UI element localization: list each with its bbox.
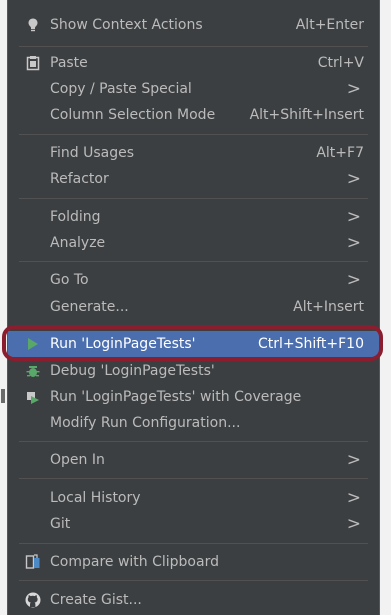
menu-separator bbox=[19, 580, 368, 581]
run-icon bbox=[28, 338, 38, 350]
menu-item-label: Find Usages bbox=[50, 145, 135, 161]
menu-separator bbox=[19, 261, 368, 262]
menu-item-label: Go To bbox=[50, 272, 89, 288]
menu-item-show-context-actions[interactable]: Show Context Actions Alt+Enter bbox=[8, 12, 379, 38]
menu-separator bbox=[19, 46, 368, 47]
menu-item-label: Copy / Paste Special bbox=[50, 81, 192, 97]
menu-item-open-in[interactable]: Open In > bbox=[8, 447, 379, 473]
compare-icon bbox=[25, 554, 40, 569]
menu-item-label: Create Gist... bbox=[50, 592, 142, 608]
menu-separator bbox=[19, 478, 368, 479]
menu-item-shortcut: Alt+Shift+Insert bbox=[249, 107, 364, 123]
menu-separator bbox=[19, 441, 368, 442]
menu-item-label: Debug 'LoginPageTests' bbox=[50, 363, 215, 379]
menu-item-debug-loginpagetests[interactable]: Debug 'LoginPageTests' bbox=[8, 358, 379, 384]
submenu-arrow-icon: > bbox=[346, 79, 361, 99]
menu-item-label: Refactor bbox=[50, 171, 109, 187]
menu-item-copy-paste-special[interactable]: Copy / Paste Special > bbox=[8, 76, 379, 102]
menu-item-label: Git bbox=[50, 516, 71, 532]
menu-item-label: Generate... bbox=[50, 299, 129, 315]
lightbulb-icon bbox=[28, 18, 38, 32]
menu-item-shortcut: Alt+Enter bbox=[295, 17, 364, 33]
menu-item-column-selection-mode[interactable]: Column Selection Mode Alt+Shift+Insert bbox=[8, 102, 379, 128]
menu-item-modify-run-configuration[interactable]: Modify Run Configuration... bbox=[8, 410, 379, 436]
submenu-arrow-icon: > bbox=[346, 270, 361, 290]
menu-item-git[interactable]: Git > bbox=[8, 511, 379, 537]
menu-item-label: Modify Run Configuration... bbox=[50, 415, 241, 431]
menu-item-refactor[interactable]: Refactor > bbox=[8, 166, 379, 192]
submenu-arrow-icon: > bbox=[346, 169, 361, 189]
menu-item-label: Column Selection Mode bbox=[50, 107, 216, 123]
menu-item-shortcut: Ctrl+V bbox=[317, 55, 364, 71]
menu-separator bbox=[19, 543, 368, 544]
submenu-arrow-icon: > bbox=[346, 450, 361, 470]
menu-item-shortcut: Alt+Insert bbox=[293, 299, 364, 315]
debug-icon bbox=[26, 366, 40, 377]
context-menu: Show Context Actions Alt+Enter Paste Ctr… bbox=[2, 0, 383, 615]
menu-separator bbox=[19, 134, 368, 135]
menu-item-go-to[interactable]: Go To > bbox=[8, 267, 379, 293]
menu-item-shortcut: Alt+F7 bbox=[316, 145, 364, 161]
menu-item-generate[interactable]: Generate... Alt+Insert bbox=[8, 294, 379, 320]
menu-item-local-history[interactable]: Local History > bbox=[8, 485, 379, 511]
menu-item-label: Local History bbox=[50, 490, 141, 506]
menu-item-folding[interactable]: Folding > bbox=[8, 204, 379, 230]
menu-item-run-with-coverage[interactable]: Run 'LoginPageTests' with Coverage bbox=[8, 384, 379, 410]
menu-item-label: Run 'LoginPageTests' bbox=[50, 336, 196, 352]
paste-icon bbox=[26, 56, 40, 71]
menu-item-label: Analyze bbox=[50, 235, 106, 251]
menu-item-label: Open In bbox=[50, 452, 105, 468]
submenu-arrow-icon: > bbox=[346, 233, 361, 253]
submenu-arrow-icon: > bbox=[346, 207, 361, 227]
menu-item-create-gist[interactable]: Create Gist... bbox=[8, 587, 379, 613]
coverage-icon bbox=[27, 392, 39, 404]
menu-item-shortcut: Ctrl+Shift+F10 bbox=[257, 336, 364, 352]
menu-separator bbox=[19, 198, 368, 199]
menu-item-run-loginpagetests[interactable]: Run 'LoginPageTests' Ctrl+Shift+F10 bbox=[2, 325, 383, 361]
menu-item-label: Folding bbox=[50, 209, 101, 225]
menu-item-analyze[interactable]: Analyze > bbox=[8, 230, 379, 256]
menu-separator bbox=[19, 325, 368, 326]
menu-item-label: Compare with Clipboard bbox=[50, 554, 219, 570]
editor-gutter-mark bbox=[1, 389, 5, 403]
submenu-arrow-icon: > bbox=[346, 514, 361, 534]
menu-item-label: Show Context Actions bbox=[50, 17, 203, 33]
menu-item-compare-with-clipboard[interactable]: Compare with Clipboard bbox=[8, 549, 379, 575]
menu-item-find-usages[interactable]: Find Usages Alt+F7 bbox=[8, 140, 379, 166]
menu-item-paste[interactable]: Paste Ctrl+V bbox=[8, 50, 379, 76]
github-icon bbox=[25, 592, 41, 608]
menu-item-label: Run 'LoginPageTests' with Coverage bbox=[50, 389, 302, 405]
submenu-arrow-icon: > bbox=[346, 488, 361, 508]
menu-item-label: Paste bbox=[50, 55, 88, 71]
